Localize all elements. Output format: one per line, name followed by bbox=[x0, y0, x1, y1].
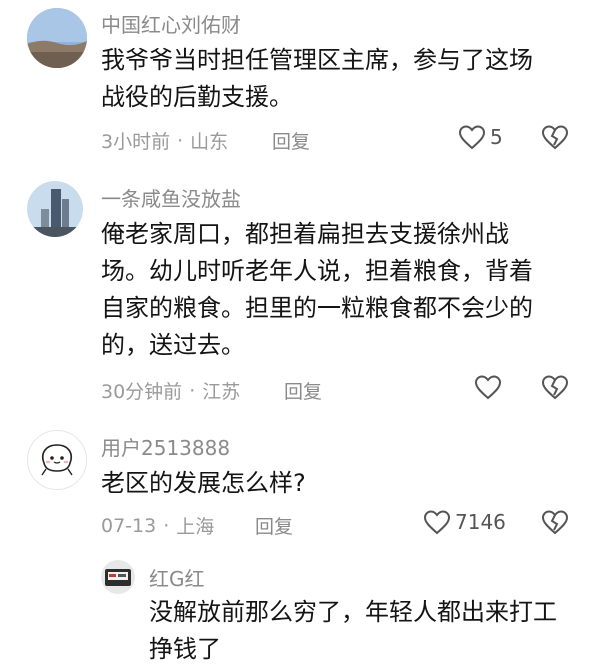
comment-meta: 07-13 · 上海 bbox=[101, 512, 214, 539]
reply-item: 红G红 没解放前那么穷了，年轻人都出来打工 挣钱了 bbox=[0, 555, 600, 668]
reply-button[interactable]: 回复 bbox=[284, 377, 322, 404]
like-button[interactable]: 7146 bbox=[423, 509, 506, 535]
heart-icon bbox=[458, 124, 486, 150]
meta-separator: · bbox=[189, 379, 196, 402]
comment-time: 30分钟前 bbox=[101, 381, 183, 403]
comment-text-line: 战役的后勤支援。 bbox=[101, 83, 293, 111]
like-count: 7146 bbox=[455, 510, 506, 534]
comment-text-line: 场。幼儿时听老年人说，担着粮食，背着 bbox=[101, 257, 533, 285]
comment-text: 我爷爷当时担任管理区主席，参与了这场 战役的后勤支援。 bbox=[101, 42, 581, 116]
like-count: 5 bbox=[490, 125, 503, 149]
comment-time: 3小时前 bbox=[101, 131, 171, 153]
comment-location: 山东 bbox=[190, 131, 229, 153]
comment-text-line: 老区的发展怎么样? bbox=[101, 469, 306, 497]
meta-separator: · bbox=[177, 129, 184, 152]
heart-icon bbox=[474, 374, 502, 400]
like-button[interactable]: 5 bbox=[458, 124, 503, 150]
reply-button[interactable]: 回复 bbox=[255, 512, 293, 539]
like-button[interactable] bbox=[474, 374, 506, 400]
dislike-button[interactable] bbox=[541, 509, 569, 535]
reply-text-line: 挣钱了 bbox=[149, 635, 221, 663]
comment-username[interactable]: 用户2513888 bbox=[101, 432, 230, 461]
heart-icon bbox=[423, 509, 451, 535]
comment-text: 俺老家周口，都担着扁担去支援徐州战 场。幼儿时听老年人说，担着粮食，背着 自家的… bbox=[101, 216, 581, 364]
dislike-button[interactable] bbox=[541, 124, 569, 150]
comment-item: 中国红心刘佑财 我爷爷当时担任管理区主席，参与了这场 战役的后勤支援。 3小时前… bbox=[0, 0, 600, 165]
avatar[interactable] bbox=[27, 430, 87, 490]
broken-heart-icon bbox=[541, 509, 569, 535]
comment-meta: 30分钟前 · 江苏 bbox=[101, 377, 240, 404]
avatar[interactable] bbox=[101, 560, 135, 594]
comment-meta: 3小时前 · 山东 bbox=[101, 127, 228, 154]
meta-separator: · bbox=[163, 514, 170, 537]
comment-location: 上海 bbox=[176, 516, 215, 538]
comment-item: 一条咸鱼没放盐 俺老家周口，都担着扁担去支援徐州战 场。幼儿时听老年人说，担着粮… bbox=[0, 165, 600, 420]
comment-text-line: 俺老家周口，都担着扁担去支援徐州战 bbox=[101, 220, 509, 248]
comment-username[interactable]: 一条咸鱼没放盐 bbox=[101, 183, 241, 212]
broken-heart-icon bbox=[541, 374, 569, 400]
avatar[interactable] bbox=[27, 8, 87, 68]
dislike-button[interactable] bbox=[541, 374, 569, 400]
avatar[interactable] bbox=[27, 181, 83, 237]
comment-text-line: 的，送过去。 bbox=[101, 331, 245, 359]
comment-time: 07-13 bbox=[101, 514, 157, 537]
comment-text-line: 自家的粮食。担里的一粒粮食都不会少的 bbox=[101, 294, 533, 322]
comment-username[interactable]: 中国红心刘佑财 bbox=[101, 9, 241, 38]
reply-button[interactable]: 回复 bbox=[272, 127, 310, 154]
reply-text-line: 没解放前那么穷了，年轻人都出来打工 bbox=[149, 598, 557, 626]
broken-heart-icon bbox=[541, 124, 569, 150]
reply-text: 没解放前那么穷了，年轻人都出来打工 挣钱了 bbox=[149, 594, 589, 668]
comment-text: 老区的发展怎么样? bbox=[101, 465, 581, 502]
comment-text-line: 我爷爷当时担任管理区主席，参与了这场 bbox=[101, 46, 533, 74]
reply-username[interactable]: 红G红 bbox=[149, 563, 205, 592]
comment-item: 用户2513888 老区的发展怎么样? 07-13 · 上海 回复 7146 bbox=[0, 420, 600, 550]
comment-location: 江苏 bbox=[202, 381, 241, 403]
